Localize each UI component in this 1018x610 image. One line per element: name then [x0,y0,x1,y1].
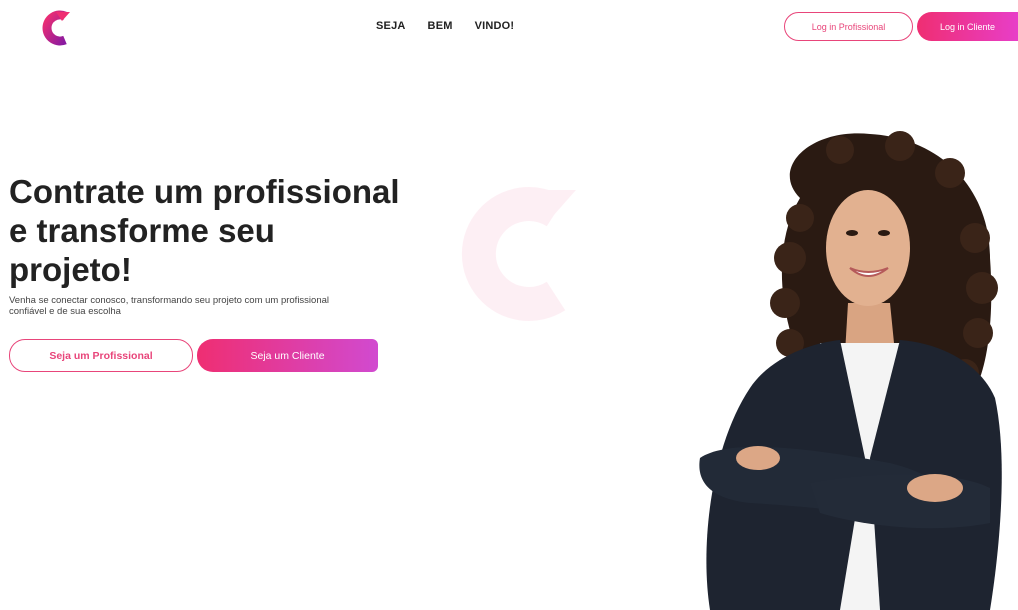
hero-subtitle-line-2: confiável e de sua escolha [9,306,121,317]
hero-subtitle-line-1: Venha se conectar conosco, transformando… [9,295,330,306]
login-client-button[interactable]: Log in Cliente [917,12,1018,41]
hero-headline-line-2: e transforme seu [9,212,275,249]
nav-item-seja[interactable]: SEJA [376,20,406,32]
hero-headline-line-3: projeto! [9,251,132,288]
brand-logo-icon[interactable] [38,9,72,47]
hero-woman-photo [699,131,1002,610]
hero-headline: Contrate um profissional e transforme se… [9,172,429,289]
nav-item-vindo[interactable]: VINDO! [475,20,515,32]
hero-subtitle: Venha se conectar conosco, transformando… [9,295,389,317]
hero-headline-line-1: Contrate um profissional [9,173,400,210]
main-nav: SEJA BEM VINDO! [376,20,514,32]
nav-item-bem[interactable]: BEM [428,20,453,32]
be-professional-button[interactable]: Seja um Profissional [9,339,193,372]
c-logo-watermark-icon [461,187,576,321]
login-professional-button[interactable]: Log in Profissional [784,12,913,41]
be-client-button[interactable]: Seja um Cliente [197,339,378,372]
